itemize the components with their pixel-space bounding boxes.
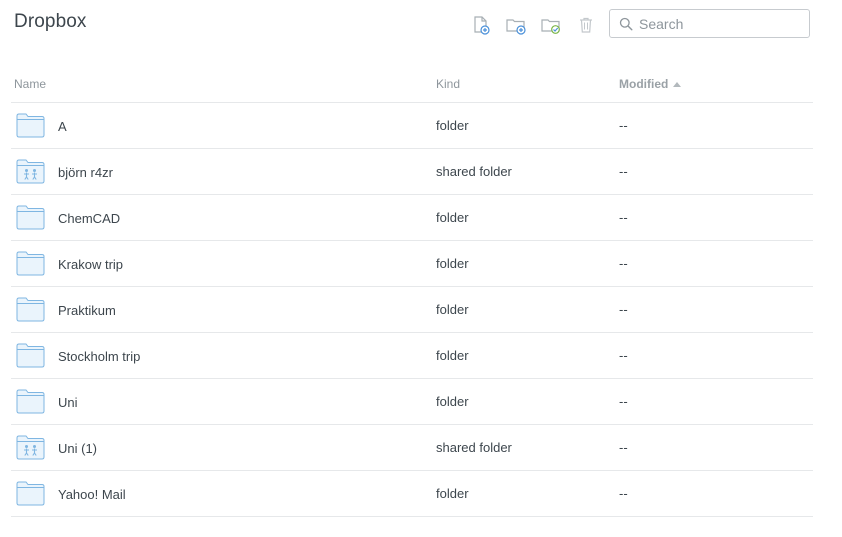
- table-row[interactable]: Afolder --: [11, 103, 813, 149]
- row-name[interactable]: Krakow trip: [58, 257, 123, 272]
- row-name[interactable]: Yahoo! Mail: [58, 487, 126, 502]
- row-name[interactable]: Stockholm trip: [58, 349, 140, 364]
- search-box[interactable]: [609, 9, 810, 38]
- page-title: Dropbox: [14, 11, 87, 32]
- row-kind: shared folder: [436, 164, 512, 179]
- column-header-name[interactable]: Name: [14, 77, 46, 91]
- table-row[interactable]: Stockholm trip folder --: [11, 333, 813, 379]
- delete-button[interactable]: [575, 14, 597, 36]
- dropbox-page: Dropbox Search Name Kind Modified A fold…: [0, 0, 842, 537]
- folder-icon: [16, 251, 45, 276]
- row-kind: folder: [436, 302, 469, 317]
- row-kind: folder: [436, 394, 469, 409]
- table-row[interactable]: Krakow trip folder --: [11, 241, 813, 287]
- trash-icon: [580, 17, 592, 33]
- row-kind: folder: [436, 256, 469, 271]
- row-name[interactable]: Uni (1): [58, 441, 97, 456]
- table-row[interactable]: Praktikum folder --: [11, 287, 813, 333]
- row-kind: folder: [436, 118, 469, 133]
- row-kind: folder: [436, 210, 469, 225]
- folder-icon: [16, 481, 45, 506]
- row-modified: --: [619, 302, 628, 317]
- table-row[interactable]: ChemCAD folder --: [11, 195, 813, 241]
- toolbar: [470, 14, 610, 36]
- row-modified: --: [619, 256, 628, 271]
- new-shared-folder-icon: [541, 19, 560, 34]
- row-name[interactable]: Praktikum: [58, 303, 116, 318]
- folder-icon: [16, 205, 45, 230]
- table-body: Afolder -- björn r4zr shared folder -- ChemCA…: [11, 103, 813, 517]
- new-shared-folder-button[interactable]: [540, 14, 562, 36]
- table-row[interactable]: Uni folder --: [11, 379, 813, 425]
- row-name[interactable]: Uni: [58, 395, 78, 410]
- row-modified: --: [619, 118, 628, 133]
- column-header-modified-label: Modified: [619, 77, 669, 91]
- row-modified: --: [619, 210, 628, 225]
- sort-ascending-icon: [673, 81, 682, 87]
- row-modified: --: [619, 486, 628, 501]
- row-name[interactable]: björn r4zr: [58, 165, 113, 180]
- row-modified: --: [619, 440, 628, 455]
- column-header-modified[interactable]: Modified: [619, 77, 682, 91]
- folder-icon: [16, 113, 45, 138]
- new-folder-icon: [506, 19, 526, 35]
- row-modified: --: [619, 164, 628, 179]
- table-row[interactable]: Yahoo! Mail folder --: [11, 471, 813, 517]
- folder-icon: [16, 389, 45, 414]
- row-kind: folder: [436, 348, 469, 363]
- row-modified: --: [619, 394, 628, 409]
- new-folder-button[interactable]: [505, 14, 527, 36]
- table-header: Name Kind Modified: [11, 66, 813, 103]
- table-row[interactable]: björn r4zr shared folder --: [11, 149, 813, 195]
- row-kind: folder: [436, 486, 469, 501]
- search-icon: [619, 17, 633, 31]
- folder-icon: [16, 297, 45, 322]
- search-input[interactable]: [639, 15, 799, 32]
- new-file-button[interactable]: [470, 14, 492, 36]
- shared-folder-icon: [16, 435, 45, 460]
- row-name[interactable]: ChemCAD: [58, 211, 120, 226]
- column-header-kind[interactable]: Kind: [436, 77, 460, 91]
- row-modified: --: [619, 348, 628, 363]
- file-list: Name Kind Modified Afolder -- björn r4zr sh…: [11, 66, 813, 517]
- row-kind: shared folder: [436, 440, 512, 455]
- folder-icon: [16, 343, 45, 368]
- table-row[interactable]: Uni (1) shared folder --: [11, 425, 813, 471]
- row-name[interactable]: A: [58, 119, 67, 134]
- shared-folder-icon: [16, 159, 45, 184]
- new-file-icon: [474, 16, 490, 35]
